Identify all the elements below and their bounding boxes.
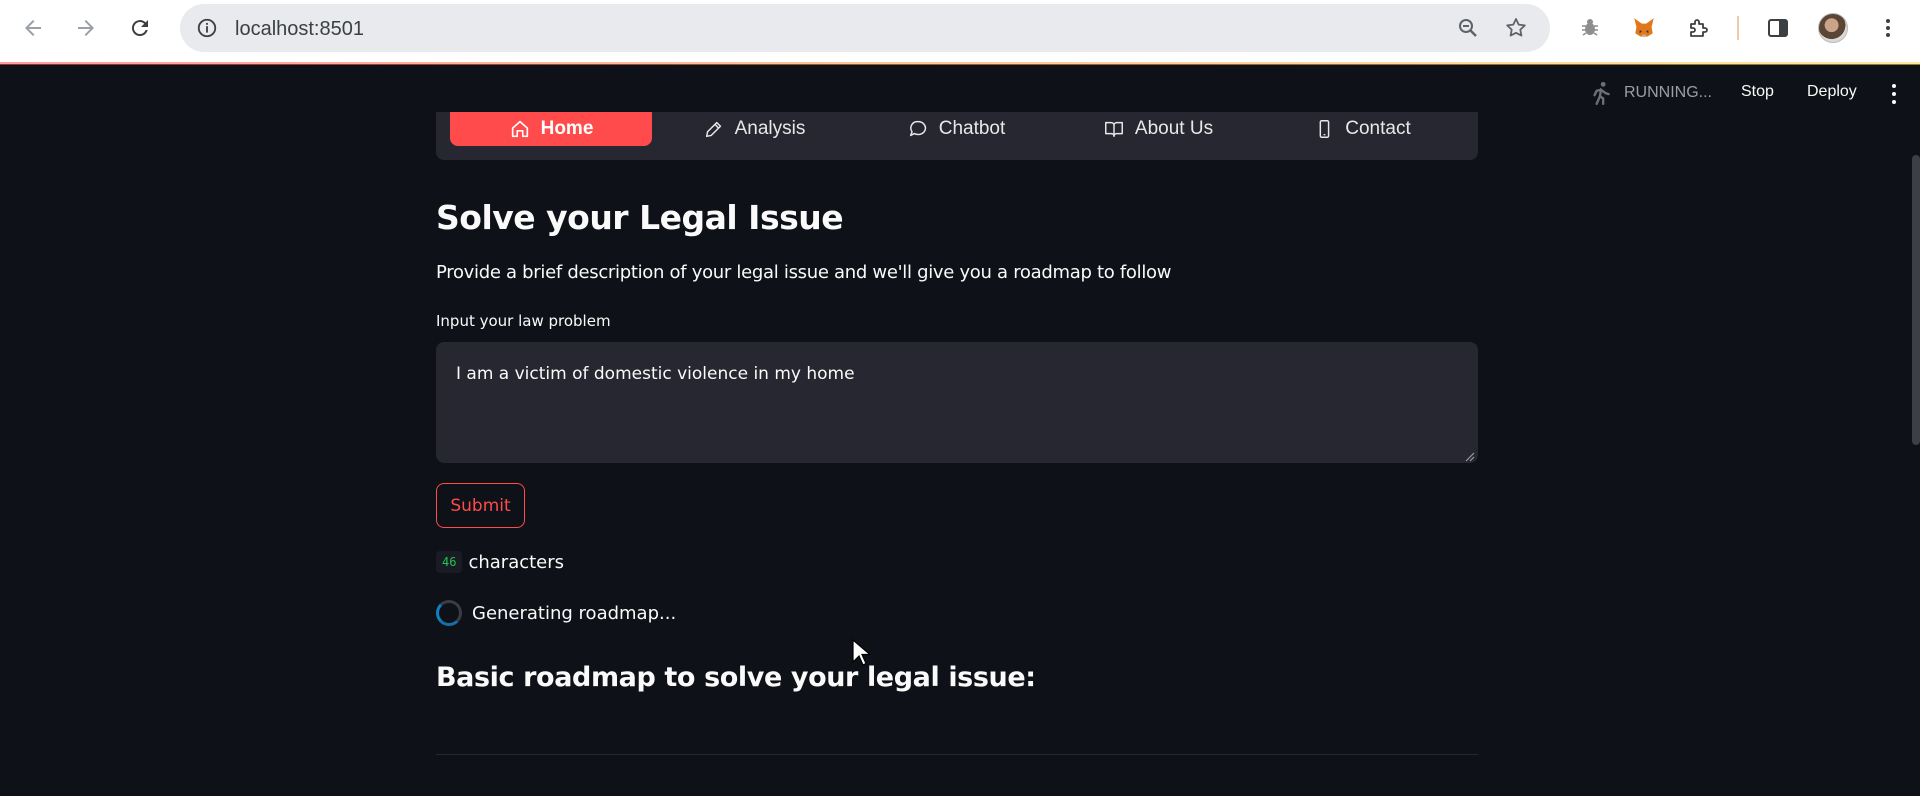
page-description: Provide a brief description of your lega…: [436, 262, 1172, 283]
tab-analysis-label: Analysis: [734, 118, 806, 139]
phone-icon: [1319, 120, 1330, 138]
deploy-button[interactable]: Deploy: [1807, 83, 1857, 101]
browser-toolbar: localhost:8501: [0, 0, 1920, 64]
home-icon: [511, 120, 528, 138]
book-icon: [1104, 121, 1123, 138]
nav-menu: Home Analysis Chatbot About Us Contact: [436, 112, 1478, 160]
submit-button[interactable]: Submit: [436, 483, 525, 528]
tab-about-us-label: About Us: [1134, 118, 1214, 139]
menu-kebab-icon[interactable]: [1874, 14, 1902, 42]
tab-contact[interactable]: Contact: [1260, 112, 1464, 146]
character-count: 46 characters: [436, 551, 564, 573]
bug-extension-icon[interactable]: [1576, 14, 1604, 42]
tab-contact-label: Contact: [1345, 118, 1411, 139]
zoom-icon[interactable]: [1456, 16, 1480, 40]
side-panel-icon[interactable]: [1764, 14, 1792, 42]
app-menu-icon[interactable]: [1888, 84, 1900, 104]
running-status: RUNNING...: [1588, 80, 1712, 106]
running-status-text: RUNNING...: [1624, 84, 1712, 101]
bookmark-star-icon[interactable]: [1504, 16, 1528, 40]
mouse-cursor-icon: [852, 639, 870, 666]
input-label: Input your law problem: [436, 312, 611, 330]
running-man-icon: [1593, 81, 1610, 106]
tab-home-label: Home: [540, 118, 594, 139]
extensions-puzzle-icon[interactable]: [1685, 14, 1713, 42]
page-title: Solve your Legal Issue: [436, 198, 844, 237]
back-arrow-icon[interactable]: [15, 10, 51, 46]
character-count-label: characters: [468, 551, 565, 573]
toolbar-separator: [1737, 16, 1739, 40]
tab-chatbot-label: Chatbot: [938, 118, 1006, 139]
stop-button[interactable]: Stop: [1741, 83, 1774, 101]
forward-arrow-icon[interactable]: [68, 10, 104, 46]
site-info-icon[interactable]: [196, 17, 218, 39]
chat-bubble-icon: [909, 120, 926, 137]
tab-home[interactable]: Home: [450, 112, 652, 146]
loading-indicator: Generating roadmap...: [436, 600, 676, 626]
roadmap-heading: Basic roadmap to solve your legal issue:: [436, 662, 1036, 693]
character-count-value: 46: [436, 551, 463, 573]
tab-chatbot[interactable]: Chatbot: [856, 112, 1056, 146]
address-bar[interactable]: localhost:8501: [180, 4, 1550, 52]
spinner-icon: [436, 600, 462, 626]
tab-about-us[interactable]: About Us: [1058, 112, 1258, 146]
pencil-icon: [705, 121, 721, 138]
url-text: localhost:8501: [235, 18, 364, 40]
spinner-text: Generating roadmap...: [472, 602, 677, 624]
resize-handle-icon[interactable]: [1463, 450, 1475, 462]
scrollbar[interactable]: [1912, 155, 1920, 445]
profile-avatar[interactable]: [1818, 13, 1848, 43]
tab-analysis[interactable]: Analysis: [654, 112, 854, 146]
law-problem-input[interactable]: I am a victim of domestic violence in my…: [436, 342, 1478, 463]
metamask-fox-icon[interactable]: [1630, 14, 1658, 42]
divider: [436, 754, 1478, 755]
reload-icon[interactable]: [122, 10, 158, 46]
streamlit-top-decoration: [0, 62, 1920, 65]
